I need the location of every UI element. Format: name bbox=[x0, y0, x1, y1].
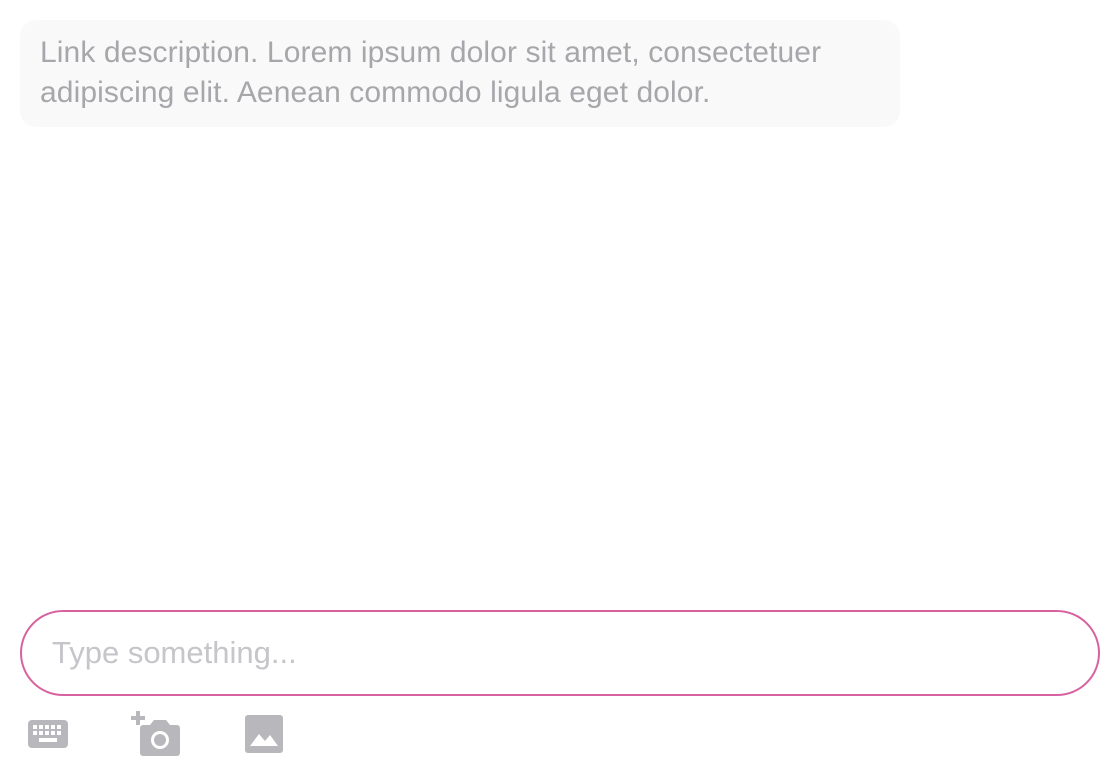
image-icon bbox=[245, 715, 283, 753]
gallery-button[interactable] bbox=[236, 706, 292, 762]
add-photo-button[interactable] bbox=[128, 706, 184, 762]
chat-screen: Link description. Lorem ipsum dolor sit … bbox=[0, 0, 1120, 780]
message-composer[interactable] bbox=[20, 610, 1100, 696]
add-photo-camera-icon bbox=[131, 711, 181, 757]
message-bubble: Link description. Lorem ipsum dolor sit … bbox=[20, 20, 900, 127]
keyboard-button[interactable] bbox=[20, 706, 76, 762]
message-input[interactable] bbox=[52, 612, 1062, 694]
message-text: Link description. Lorem ipsum dolor sit … bbox=[40, 36, 822, 109]
keyboard-icon bbox=[27, 718, 69, 750]
composer-toolbar bbox=[0, 706, 1120, 766]
